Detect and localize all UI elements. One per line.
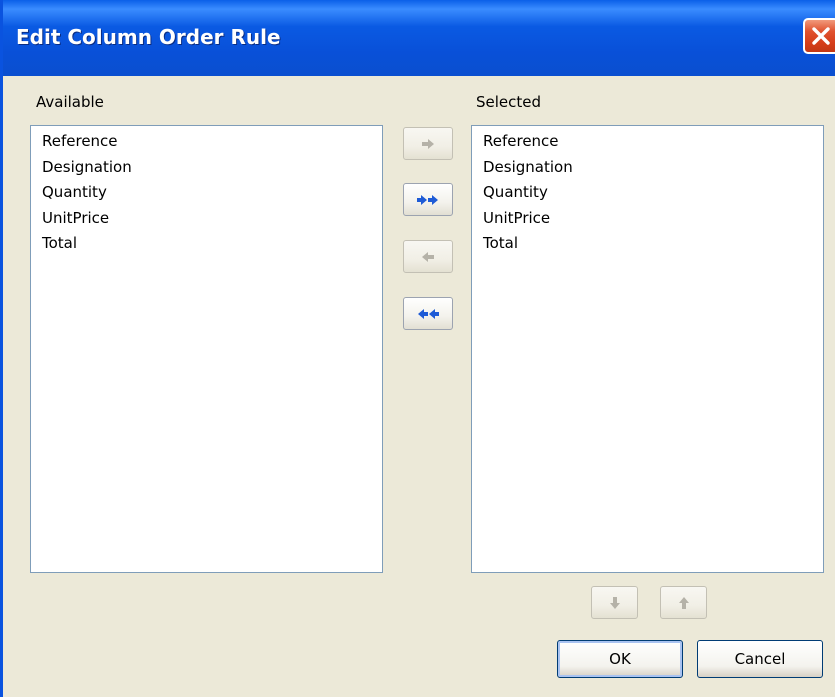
add-all-button[interactable] (403, 183, 453, 216)
add-button[interactable] (403, 127, 453, 160)
available-item-reference[interactable]: Reference (42, 132, 118, 150)
double-arrow-right-icon (417, 194, 438, 205)
double-arrow-left-icon (418, 308, 439, 319)
selected-item-reference[interactable]: Reference (483, 132, 559, 150)
ok-button[interactable]: OK (557, 640, 683, 678)
arrow-up-icon (678, 596, 689, 609)
available-item-designation[interactable]: Designation (42, 158, 132, 176)
move-down-button[interactable] (591, 586, 638, 619)
title-bar[interactable]: Edit Column Order Rule (0, 0, 835, 76)
close-button[interactable] (803, 18, 835, 54)
available-item-quantity[interactable]: Quantity (42, 183, 107, 201)
selected-list[interactable]: Reference Designation Quantity UnitPrice… (471, 125, 824, 573)
arrow-down-icon (609, 596, 620, 609)
window-title: Edit Column Order Rule (16, 25, 281, 49)
available-label: Available (36, 93, 104, 111)
arrow-right-icon (422, 138, 434, 149)
move-up-button[interactable] (660, 586, 707, 619)
selected-item-quantity[interactable]: Quantity (483, 183, 548, 201)
remove-all-button[interactable] (403, 297, 453, 330)
available-item-unitprice[interactable]: UnitPrice (42, 209, 109, 227)
close-icon (812, 27, 830, 45)
selected-label: Selected (476, 93, 542, 111)
selected-item-total[interactable]: Total (483, 234, 518, 252)
selected-item-designation[interactable]: Designation (483, 158, 573, 176)
available-list[interactable]: Reference Designation Quantity UnitPrice… (30, 125, 383, 573)
window-frame-left (0, 0, 3, 697)
dialog-window: Edit Column Order Rule Available Referen… (0, 0, 835, 697)
remove-button[interactable] (403, 240, 453, 273)
selected-item-unitprice[interactable]: UnitPrice (483, 209, 550, 227)
arrow-left-icon (422, 251, 434, 262)
cancel-button[interactable]: Cancel (697, 640, 823, 678)
available-item-total[interactable]: Total (42, 234, 77, 252)
